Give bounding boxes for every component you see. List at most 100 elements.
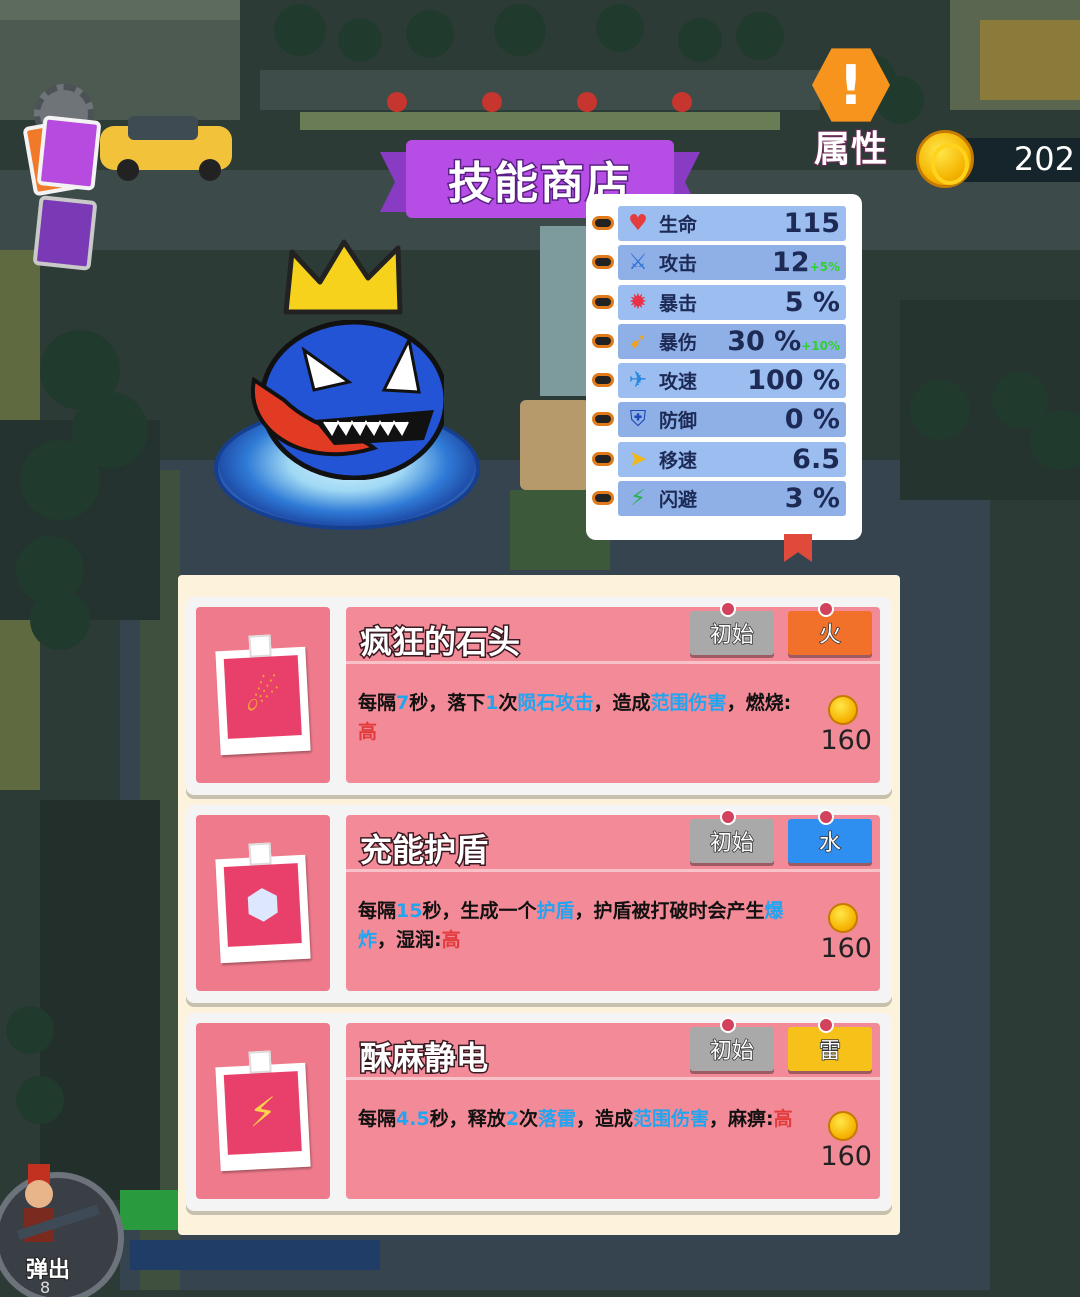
- stat-name: 生命: [659, 214, 698, 236]
- card-icon: [32, 195, 98, 271]
- skill-price: 160: [820, 725, 872, 756]
- desc-fragment: 15: [396, 900, 423, 922]
- stat-value: 0 %: [785, 404, 840, 435]
- desc-fragment: ，麻痹:: [709, 1108, 774, 1130]
- desc-fragment: ，造成: [575, 1108, 633, 1130]
- coin-icon: [828, 1111, 858, 1141]
- stat-name: 暴击: [659, 292, 698, 315]
- skill-photo: ⬢: [215, 842, 311, 964]
- desc-fragment: 护盾: [536, 900, 575, 922]
- eject-button[interactable]: 弹出 8: [0, 1160, 130, 1297]
- desc-fragment: 4.5: [396, 1108, 430, 1130]
- dodge-icon: ⚡: [630, 486, 646, 512]
- heart-icon: ♥: [628, 211, 648, 236]
- crit-damage-icon: ➹: [628, 328, 648, 354]
- desc-fragment: 范围伤害: [632, 1108, 709, 1130]
- pin-icon: [720, 601, 736, 617]
- stat-row: ⛨ 防御 0 %: [592, 402, 846, 438]
- boot-icon: ➤: [628, 446, 648, 472]
- stat-number: 100 %: [747, 365, 840, 397]
- desc-fragment: 1: [485, 692, 499, 714]
- desc-fragment: 秒，落下: [409, 692, 486, 714]
- stat-value: 3 %: [785, 483, 840, 514]
- stat-name: 移速: [659, 449, 698, 472]
- skill-element-tag: 水: [788, 809, 872, 863]
- exclamation-icon: !: [812, 48, 890, 122]
- skill-grade: 初始: [709, 1038, 755, 1065]
- stat-name: 暴伤: [659, 331, 698, 354]
- desc-fragment: 次: [518, 1108, 538, 1130]
- stat-number: 3 %: [784, 483, 840, 515]
- stat-row: ⚔ 攻击 12 +5%: [592, 245, 846, 281]
- desc-fragment: ，造成: [593, 692, 651, 714]
- shield-icon: ⛨: [629, 407, 647, 433]
- stat-number: 0 %: [784, 404, 840, 436]
- skill-description: 每隔7秒，落下1次陨石攻击，造成范围伤害，燃烧: 高: [358, 689, 808, 747]
- energy-shield-icon: ⬢: [223, 863, 302, 947]
- stat-value: 30 % +10%: [727, 326, 840, 357]
- skill-card[interactable]: ☄ 疯狂的石头 初始 火每隔7秒，落下1次陨石攻击，造成范围伤害，燃烧: 高 160: [186, 597, 892, 795]
- attribute-button[interactable]: ! 属性: [808, 46, 896, 171]
- cards-button[interactable]: [22, 115, 102, 271]
- hero-character[interactable]: [210, 238, 486, 548]
- pin-icon: [720, 809, 736, 825]
- skill-grade-tag: 初始: [690, 809, 774, 863]
- desc-fragment: ，湿润:: [377, 929, 442, 951]
- skill-element-tag: 火: [788, 601, 872, 655]
- attribute-label: 属性: [813, 128, 889, 171]
- coin-icon: [828, 695, 858, 725]
- pin-icon: [592, 333, 614, 348]
- desc-fragment: 陨石攻击: [517, 692, 594, 714]
- desc-fragment: 每隔: [358, 900, 397, 922]
- desc-fragment: 落雷: [537, 1108, 576, 1130]
- desc-fragment: 秒，释放: [429, 1108, 506, 1130]
- stats-panel: ♥ 生命 115 ⚔ 攻击 12 +5% ✹ 暴击 5 % ➹ 暴伤 30 % +10% ✈ 攻速 100 % ⛨…: [586, 194, 862, 540]
- clip-icon: [248, 842, 272, 866]
- skill-price: 160: [820, 933, 872, 964]
- venom-blob-icon: [250, 320, 444, 480]
- skill-name: 疯狂的石头: [358, 622, 521, 663]
- desc-fragment: 秒，生成一个: [422, 900, 537, 922]
- skill-element: 雷: [818, 1038, 842, 1065]
- pin-icon: [592, 255, 614, 270]
- sword-icon: ⚔: [628, 250, 648, 276]
- skill-element: 水: [818, 830, 842, 857]
- desc-fragment: 每隔: [358, 1108, 397, 1130]
- crit-icon: ✹: [628, 289, 648, 315]
- stat-number: 5 %: [784, 286, 840, 318]
- skill-card[interactable]: ⬢ 充能护盾 初始 水每隔15秒，生成一个护盾，护盾被打破时会产生爆炸，湿润:高 160: [186, 805, 892, 1003]
- stat-number: 6.5: [792, 443, 840, 475]
- stat-name: 闪避: [659, 489, 698, 512]
- stat-number: 115: [783, 208, 840, 239]
- stat-row: ⚡ 闪避 3 %: [592, 481, 846, 517]
- desc-fragment: 高: [441, 929, 461, 951]
- stat-number: 12: [771, 247, 810, 279]
- stat-row: ♥ 生命 115: [592, 206, 846, 241]
- stat-value: 12 +5%: [772, 247, 840, 278]
- stat-value: 6.5: [792, 444, 840, 475]
- skill-price: 160: [820, 1141, 872, 1172]
- stat-bonus: +5%: [809, 260, 840, 275]
- skill-grade-tag: 初始: [690, 601, 774, 655]
- skill-card[interactable]: ⚡ 酥麻静电 初始 雷每隔4.5秒，释放2次落雷，造成范围伤害，麻痹:高 160: [186, 1013, 892, 1211]
- skill-list: ☄ 疯狂的石头 初始火每隔7秒，落下1次陨石攻击，造成范围伤害，燃烧:高 160 ⬢ 充能…: [178, 575, 900, 1235]
- desc-fragment: 范围伤害: [650, 692, 727, 714]
- meteor-icon: ☄: [223, 655, 302, 739]
- skill-name: 充能护盾: [358, 830, 489, 871]
- card-icon: [36, 115, 102, 191]
- pin-icon: [592, 294, 614, 309]
- skill-description: 每隔4.5秒，释放2次落雷，造成范围伤害，麻痹:高: [358, 1105, 808, 1134]
- stat-row: ➹ 暴伤 30 % +10%: [592, 323, 846, 359]
- pin-icon: [818, 601, 834, 617]
- skill-grade-tag: 初始: [690, 1017, 774, 1071]
- desc-fragment: 每隔: [358, 692, 397, 714]
- lightning-icon: ⚡: [223, 1071, 302, 1155]
- stat-value: 100 %: [747, 365, 840, 396]
- coin-value: 202: [1013, 140, 1075, 178]
- stat-row: ➤ 移速 6.5: [592, 441, 846, 477]
- desc-fragment: 高: [773, 1108, 793, 1130]
- pin-icon: [720, 1017, 736, 1033]
- clip-icon: [248, 1050, 272, 1074]
- stat-value: 115: [784, 208, 840, 239]
- clip-icon: [248, 634, 272, 658]
